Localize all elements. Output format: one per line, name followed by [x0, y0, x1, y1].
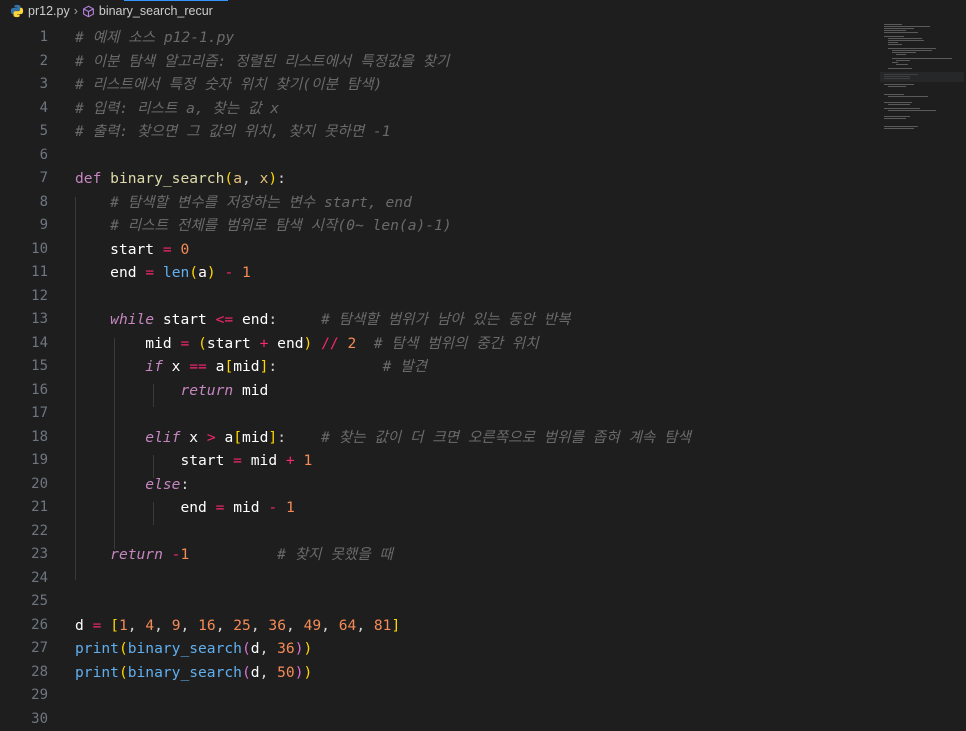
code-text[interactable]: # 출력: 찾으면 그 값의 위치, 찾지 못하면 -1: [75, 120, 391, 144]
code-editor[interactable]: 1 # 예제 소스 p12-1.py 2 # 이분 탐색 알고리즘: 정렬된 리스트에…: [0, 22, 966, 729]
code-text[interactable]: # 입력: 리스트 a, 찾는 값 x: [75, 97, 279, 121]
code-line[interactable]: 20 else:: [0, 473, 870, 497]
line-number: 7: [0, 167, 48, 191]
code-line[interactable]: 15 if x == a[mid]: # 발견: [0, 355, 870, 379]
code-line[interactable]: 4 # 입력: 리스트 a, 찾는 값 x: [0, 97, 870, 121]
symbol-method-icon: [82, 5, 95, 18]
code-line[interactable]: 23 return -1 # 찾지 못했을 때: [0, 543, 870, 567]
line-number: 15: [0, 355, 48, 379]
python-file-icon: [10, 4, 24, 18]
line-number: 20: [0, 473, 48, 497]
code-line[interactable]: 5 # 출력: 찾으면 그 값의 위치, 찾지 못하면 -1: [0, 120, 870, 144]
code-line[interactable]: 12: [0, 285, 870, 309]
code-line[interactable]: 18 elif x > a[mid]: # 찾는 값이 더 크면 오른쪽으로 범…: [0, 426, 870, 450]
code-text[interactable]: return -1 # 찾지 못했을 때: [75, 543, 393, 567]
breadcrumb: pr12.py › binary_search_recur: [0, 0, 966, 22]
line-number: 11: [0, 261, 48, 285]
code-text[interactable]: # 탐색할 변수를 저장하는 변수 start, end: [75, 191, 412, 215]
line-number: 14: [0, 332, 48, 356]
code-line[interactable]: 29: [0, 684, 870, 708]
chevron-right-icon: ›: [74, 4, 78, 18]
line-number: 28: [0, 661, 48, 685]
code-line[interactable]: 17: [0, 402, 870, 426]
line-number: 23: [0, 543, 48, 567]
code-line[interactable]: 2 # 이분 탐색 알고리즘: 정렬된 리스트에서 특정값을 찾기: [0, 50, 870, 74]
code-line[interactable]: 24: [0, 567, 870, 591]
line-number: 10: [0, 238, 48, 262]
breadcrumb-file[interactable]: pr12.py: [28, 4, 70, 18]
code-text[interactable]: print(binary_search(d, 36)): [75, 637, 312, 661]
line-number: 16: [0, 379, 48, 403]
active-tab-indicator: [124, 0, 228, 1]
breadcrumb-symbol[interactable]: binary_search_recur: [99, 4, 213, 18]
code-line[interactable]: 13 while start <= end: # 탐색할 범위가 남아 있는 동…: [0, 308, 870, 332]
code-line[interactable]: 8 # 탐색할 변수를 저장하는 변수 start, end: [0, 191, 870, 215]
code-line[interactable]: 28 print(binary_search(d, 50)): [0, 661, 870, 685]
line-number: 24: [0, 567, 48, 591]
line-number: 9: [0, 214, 48, 238]
code-line[interactable]: 26 d = [1, 4, 9, 16, 25, 36, 49, 64, 81]: [0, 614, 870, 638]
line-number: 1: [0, 26, 48, 50]
code-text[interactable]: print(binary_search(d, 50)): [75, 661, 312, 685]
line-number: 21: [0, 496, 48, 520]
line-number: 22: [0, 520, 48, 544]
code-text[interactable]: start = mid + 1: [75, 449, 312, 473]
code-text[interactable]: end = len(a) - 1: [75, 261, 251, 285]
line-number: 27: [0, 637, 48, 661]
code-line[interactable]: 1 # 예제 소스 p12-1.py: [0, 26, 870, 50]
code-text[interactable]: # 리스트 전체를 범위로 탐색 시작(0~ len(a)-1): [75, 214, 452, 238]
code-line[interactable]: 22: [0, 520, 870, 544]
line-number: 12: [0, 285, 48, 309]
code-text[interactable]: start = 0: [75, 238, 189, 262]
code-line[interactable]: 30: [0, 708, 870, 731]
code-text[interactable]: mid = (start + end) // 2 # 탐색 범위의 중간 위치: [75, 332, 539, 356]
line-number: 13: [0, 308, 48, 332]
code-line[interactable]: 3 # 리스트에서 특정 숫자 위치 찾기(이분 탐색): [0, 73, 870, 97]
code-line[interactable]: 9 # 리스트 전체를 범위로 탐색 시작(0~ len(a)-1): [0, 214, 870, 238]
code-text[interactable]: if x == a[mid]: # 발견: [75, 355, 427, 379]
line-number: 26: [0, 614, 48, 638]
code-text[interactable]: # 이분 탐색 알고리즘: 정렬된 리스트에서 특정값을 찾기: [75, 50, 449, 74]
code-line[interactable]: 7 def binary_search(a, x):: [0, 167, 870, 191]
code-text[interactable]: while start <= end: # 탐색할 범위가 남아 있는 동안 반…: [75, 308, 571, 332]
line-number: 17: [0, 402, 48, 426]
line-number: 18: [0, 426, 48, 450]
code-line[interactable]: 16 return mid: [0, 379, 870, 403]
minimap[interactable]: [882, 22, 962, 137]
line-number: 19: [0, 449, 48, 473]
code-text[interactable]: # 리스트에서 특정 숫자 위치 찾기(이분 탐색): [75, 73, 382, 97]
line-number: 25: [0, 590, 48, 614]
code-line[interactable]: 11 end = len(a) - 1: [0, 261, 870, 285]
code-text[interactable]: return mid: [75, 379, 268, 403]
code-line[interactable]: 19 start = mid + 1: [0, 449, 870, 473]
line-number: 2: [0, 50, 48, 74]
line-number: 6: [0, 144, 48, 168]
line-number: 4: [0, 97, 48, 121]
line-number: 8: [0, 191, 48, 215]
code-line[interactable]: 10 start = 0: [0, 238, 870, 262]
code-text[interactable]: d = [1, 4, 9, 16, 25, 36, 49, 64, 81]: [75, 614, 400, 638]
line-number: 30: [0, 708, 48, 731]
code-line[interactable]: 14 mid = (start + end) // 2 # 탐색 범위의 중간 …: [0, 332, 870, 356]
code-line[interactable]: 25: [0, 590, 870, 614]
line-number: 29: [0, 684, 48, 708]
code-line[interactable]: 27 print(binary_search(d, 36)): [0, 637, 870, 661]
code-text[interactable]: def binary_search(a, x):: [75, 167, 286, 191]
code-text[interactable]: end = mid - 1: [75, 496, 295, 520]
code-text[interactable]: elif x > a[mid]: # 찾는 값이 더 크면 오른쪽으로 범위를 …: [75, 426, 691, 450]
line-number: 3: [0, 73, 48, 97]
code-line[interactable]: 6: [0, 144, 870, 168]
code-line[interactable]: 21 end = mid - 1: [0, 496, 870, 520]
code-text[interactable]: # 예제 소스 p12-1.py: [75, 26, 234, 50]
line-number: 5: [0, 120, 48, 144]
code-text[interactable]: else:: [75, 473, 189, 497]
